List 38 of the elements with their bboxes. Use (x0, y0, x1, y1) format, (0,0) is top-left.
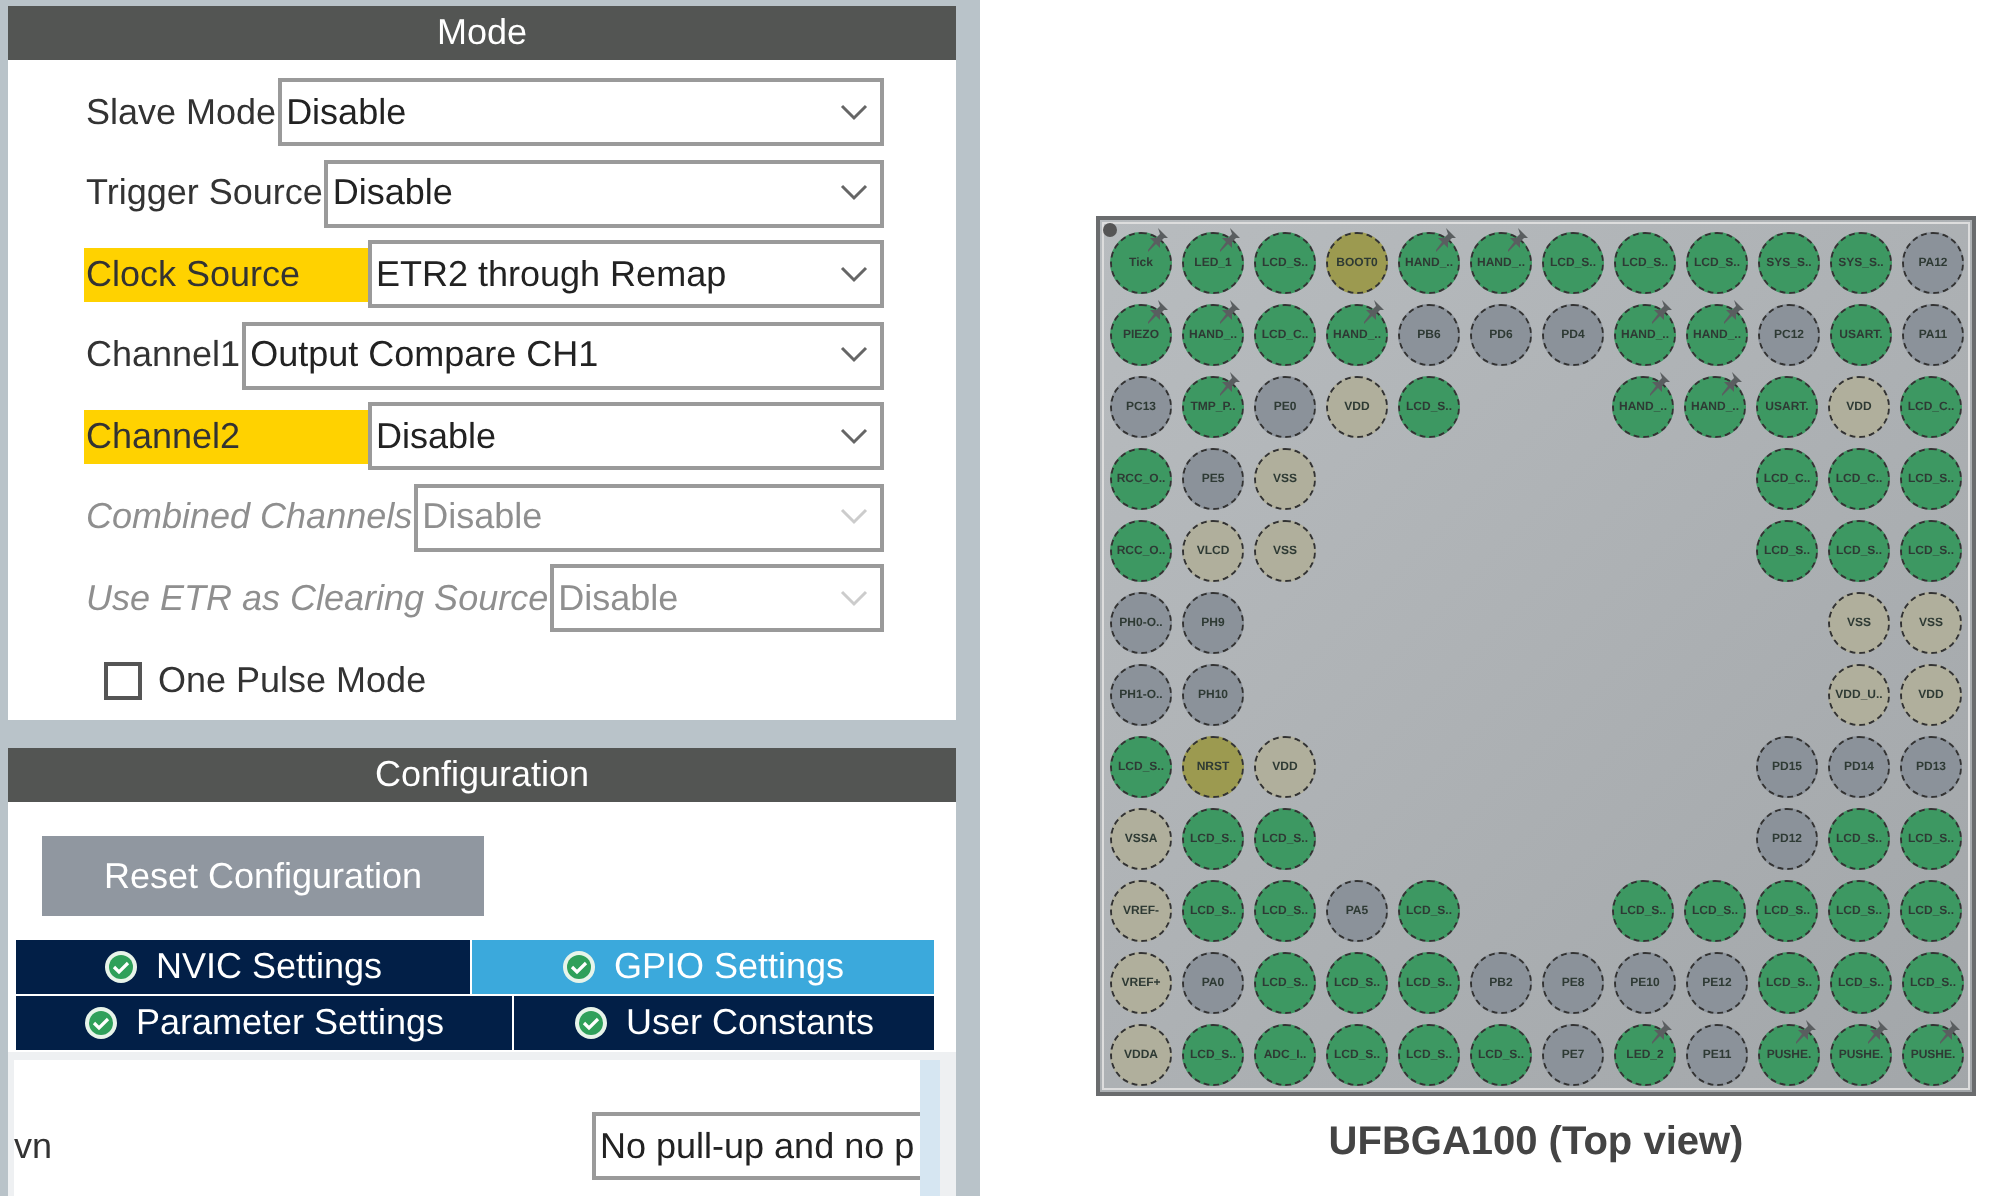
parameter-label: vn (14, 1126, 53, 1168)
chevron-down-icon (840, 265, 868, 284)
settings-tab[interactable]: User Constants (514, 996, 936, 1052)
dropdown[interactable]: Disable (324, 159, 884, 228)
chevron-down-icon (840, 184, 868, 203)
field-label: Slave Mode (84, 89, 279, 136)
dropdown[interactable]: Disable (368, 402, 884, 471)
scrollbar[interactable] (920, 1060, 940, 1196)
check-circle-icon (561, 950, 596, 984)
chevron-down-icon (840, 589, 868, 608)
dropdown[interactable]: No pull-up and no p (592, 1112, 920, 1180)
check-circle-icon (573, 1006, 608, 1040)
dropdown[interactable]: ETR2 through Remap (368, 240, 884, 309)
scrollbar[interactable] (956, 0, 980, 1196)
chevron-down-icon (840, 346, 868, 365)
field-label: Clock Source (84, 247, 368, 302)
field-label: Combined Channels (84, 494, 415, 541)
chevron-down-icon (840, 103, 868, 122)
settings-tab[interactable]: NVIC Settings (16, 940, 472, 996)
check-circle-icon (103, 950, 138, 984)
settings-tab[interactable]: GPIO Settings (472, 940, 936, 996)
dropdown[interactable]: Disable (278, 78, 884, 147)
dropdown[interactable]: Output Compare CH1 (242, 321, 884, 390)
field-label: Trigger Source (84, 170, 325, 217)
settings-tab[interactable]: Parameter Settings (16, 996, 514, 1052)
chevron-down-icon (840, 508, 868, 527)
field-label: Channel1 (84, 332, 243, 379)
chip-caption: UFBGA100 (Top view) (1328, 1120, 1744, 1166)
check-circle-icon (83, 1006, 118, 1040)
section-header: Configuration (8, 748, 956, 802)
field-label: Channel2 (84, 409, 368, 464)
field-label: Use ETR as Clearing Source (84, 575, 551, 622)
checkbox[interactable] (104, 661, 142, 699)
reset-button[interactable]: Reset Configuration (42, 836, 484, 916)
checkbox-label: One Pulse Mode (158, 659, 427, 701)
section-header: Mode (8, 6, 956, 60)
chevron-down-icon (840, 427, 868, 446)
pin-one-dot-icon (1102, 222, 1118, 238)
